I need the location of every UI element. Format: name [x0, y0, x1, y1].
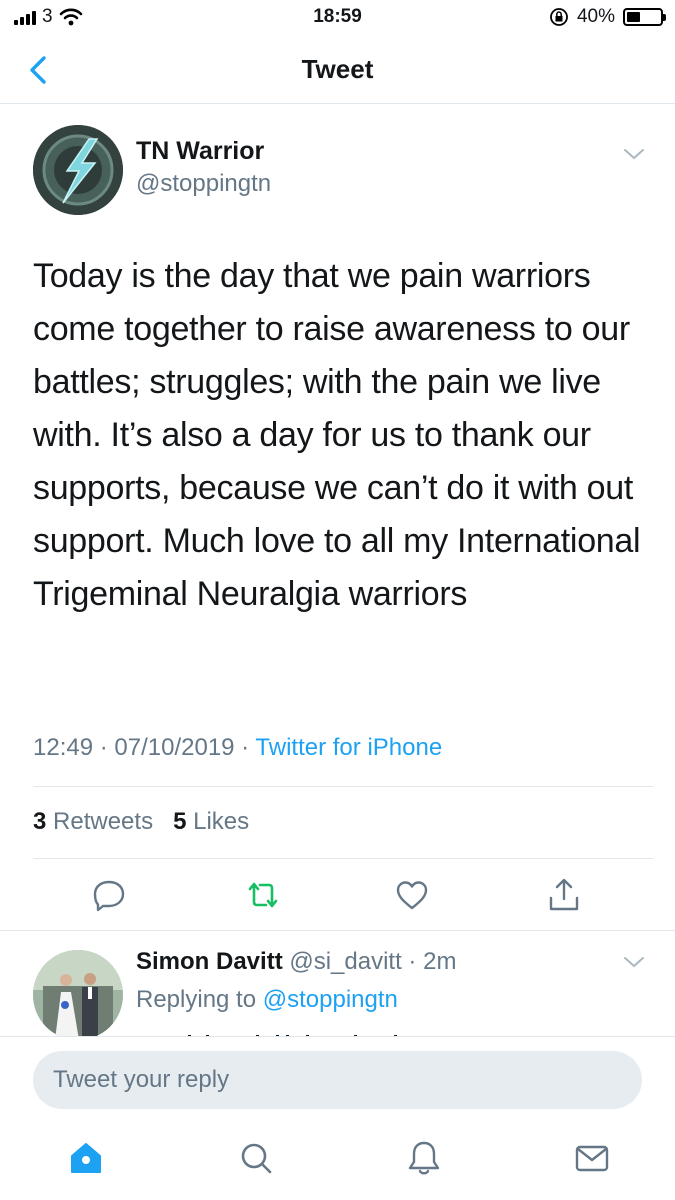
status-right: 40% [549, 6, 666, 28]
likes-label: Likes [193, 808, 250, 835]
share-icon[interactable] [545, 876, 583, 914]
tweet-source-link[interactable]: Twitter for iPhone [255, 734, 442, 761]
status-bar: 3 18:59 40% [0, 0, 675, 36]
orientation-lock-icon [550, 8, 568, 26]
battery-icon [623, 8, 666, 26]
likes-link[interactable]: 5 Likes [173, 808, 249, 835]
replying-mention[interactable]: @stoppingtn [263, 986, 398, 1013]
author-name[interactable]: TN Warrior [136, 137, 264, 166]
author-handle[interactable]: @stoppingtn [136, 170, 271, 198]
reply-icon[interactable] [90, 876, 128, 914]
tweet-date: 07/10/2019 [114, 734, 235, 761]
flash-logo-icon [33, 125, 123, 215]
reply-separator: · [401, 948, 424, 975]
retweets-count: 3 [33, 808, 47, 835]
battery-label: 40% [576, 6, 615, 27]
chevron-down-icon[interactable] [622, 954, 646, 970]
clipped-text-glyphs [188, 1035, 397, 1036]
divider [0, 930, 675, 931]
divider [33, 786, 653, 787]
tweet-meta: 12:49 · 07/10/2019 · Twitter for iPhone [33, 734, 442, 762]
home-icon[interactable] [66, 1138, 106, 1178]
divider [33, 858, 653, 859]
page-title: Tweet [301, 54, 374, 84]
chevron-down-icon[interactable] [622, 146, 646, 162]
reply-author-name[interactable]: Simon Davitt [136, 948, 283, 975]
tweet-time: 12:49 [33, 734, 94, 761]
retweets-label: Retweets [53, 808, 154, 835]
wedding-photo-icon [33, 950, 123, 1040]
replying-label: Replying to [136, 986, 257, 1013]
reply-age: 2m [423, 948, 457, 975]
replying-to: Replying to @stoppingtn [136, 986, 398, 1014]
author-avatar[interactable] [33, 125, 123, 215]
notifications-icon[interactable] [404, 1138, 444, 1178]
retweet-icon[interactable] [244, 876, 282, 914]
reply-text-clipped [136, 1022, 466, 1036]
likes-count: 5 [173, 808, 187, 835]
search-icon[interactable] [236, 1138, 276, 1178]
tweet-text: Today is the day that we pain warriors c… [33, 257, 641, 613]
nav-bar: Tweet [0, 36, 675, 104]
meta-separator: · [93, 734, 115, 761]
reply-avatar[interactable] [33, 950, 123, 1040]
meta-separator: · [234, 734, 256, 761]
engagement-counts: 3 Retweets 5 Likes [33, 808, 249, 836]
reply-input[interactable] [33, 1051, 642, 1109]
reply-author-handle[interactable]: @si_davitt [289, 948, 401, 975]
retweets-link[interactable]: 3 Retweets [33, 808, 153, 835]
messages-icon[interactable] [572, 1138, 612, 1178]
reply-header: Simon Davitt @si_davitt · 2m [136, 948, 456, 976]
like-icon[interactable] [393, 876, 431, 914]
